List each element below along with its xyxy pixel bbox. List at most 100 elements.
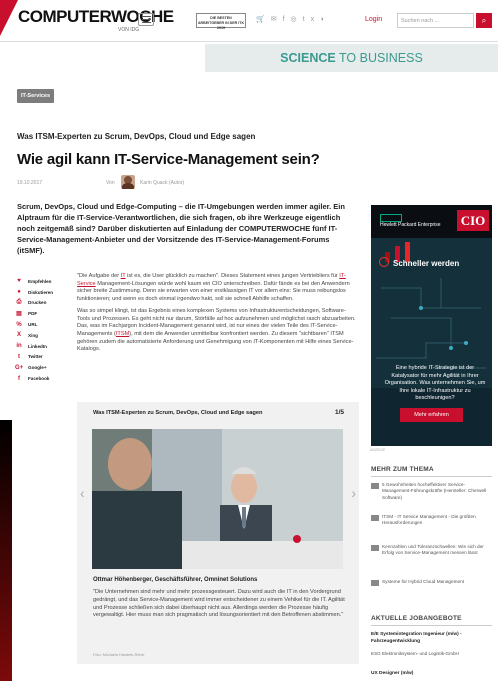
ad-label: ANZEIGE: [370, 448, 386, 452]
ad-cta-button[interactable]: Mehr erfahren: [400, 408, 463, 422]
caption-title: Ottmar Höhenberger, Geschäftsführer, Omn…: [93, 577, 258, 583]
share-label: URL: [28, 322, 38, 328]
image-gallery: Was ITSM-Experten zu Scrum, DevOps, Clou…: [77, 402, 359, 664]
share-item-pdf[interactable]: ▤ PDF: [15, 308, 70, 319]
related-link[interactable]: ITSM - IT Service Management - Die größt…: [371, 514, 492, 527]
banner-rest: TO BUSINESS: [335, 51, 423, 65]
related-link[interactable]: 5 Gewohnheiten hocheffektiver Service-Ma…: [371, 482, 492, 501]
prev-arrow-icon[interactable]: ‹: [80, 485, 85, 501]
pdf-icon: ▤: [16, 311, 22, 318]
share-item-linkedin[interactable]: in LinkedIn: [15, 341, 70, 352]
instagram-icon[interactable]: ◎: [291, 16, 297, 24]
job-title[interactable]: UX Designer (m/w): [371, 671, 492, 678]
article-lead: Scrum, DevOps, Cloud und Edge-Computing …: [17, 202, 345, 255]
text: Management-Lösungen würde wohl kaum ein …: [77, 280, 350, 303]
related-link-text: Systeme für Hybrid Cloud Management: [382, 579, 465, 584]
section-heading: MEHR ZUM THEMA: [371, 466, 434, 473]
thumbnail: [371, 580, 379, 586]
category-tag[interactable]: IT-Services: [17, 89, 55, 103]
facebook-icon[interactable]: f: [283, 16, 285, 24]
share-item-google[interactable]: G+ Google+: [15, 362, 70, 373]
promo-badge[interactable]: DIE BESTEN ARBEITGEBER IN DER ITK 2019: [196, 13, 246, 30]
logo-subtitle: VON IDG: [118, 27, 140, 33]
facebook-icon: f: [18, 375, 20, 382]
share-bar: ♥ Empfehlen ● Diskutieren ⎙ Drucken ▤ PDF% URL X X…: [15, 276, 70, 384]
share-label: Facebook: [28, 376, 50, 382]
share-label: PDF: [28, 311, 38, 317]
link-icon: %: [16, 321, 22, 328]
twitter-icon: t: [18, 353, 20, 360]
related-link-text: Kennzahlen und Toleranzschwellen: Wie si…: [382, 544, 484, 556]
feed-icon[interactable]: ◗: [320, 16, 324, 24]
related-link-text: 5 Gewohnheiten hocheffektiver Service-Ma…: [382, 482, 487, 500]
comment-icon: ●: [17, 289, 21, 296]
author-prefix: Von: [106, 180, 115, 186]
promo-banner[interactable]: SCIENCE TO BUSINESS: [205, 44, 498, 72]
photo-credit: Foto: Michaela Handrek-Rehle: [93, 653, 145, 657]
paragraph: Was so simpel klingt, ist das Ergebnis e…: [77, 308, 357, 354]
article-body: "Die Aufgabe der IT ist es, die User glü…: [77, 273, 357, 358]
sidebar-ad[interactable]: Hewlett Packard Enterprise CIO Schneller…: [371, 205, 492, 446]
heart-icon: ♥: [17, 278, 21, 285]
cio-logo: CIO: [457, 210, 489, 231]
photo-illustration: [92, 429, 343, 569]
ad-text: Eine hybride IT-Strategie ist der Kataly…: [384, 365, 486, 402]
thumbnail: [371, 545, 379, 551]
linkedin-icon: in: [16, 343, 22, 350]
share-label: Xing: [28, 332, 38, 338]
share-label: Diskutieren: [28, 289, 54, 295]
section-heading: AKTUELLE JOBANGEBOTE: [371, 615, 462, 622]
paragraph: "Die Aufgabe der IT ist es, die User glü…: [77, 273, 357, 304]
ad-header: Hewlett Packard Enterprise CIO: [371, 205, 492, 238]
article-title: Wie agil kann IT-Service-Management sein…: [17, 151, 320, 168]
related-link[interactable]: Kennzahlen und Toleranzschwellen: Wie si…: [371, 544, 492, 557]
print-icon: ⎙: [16, 299, 22, 306]
next-arrow-icon[interactable]: ›: [351, 485, 356, 501]
gallery-photo[interactable]: [92, 429, 343, 569]
cart-icon[interactable]: 🛒: [256, 16, 265, 24]
ad-headline: Schneller werden: [393, 259, 460, 268]
article-date: 19.10.2017: [17, 180, 43, 186]
background-strip: [0, 420, 12, 681]
related-link[interactable]: Systeme für Hybrid Cloud Management: [371, 579, 492, 586]
brand-corner: [0, 0, 18, 36]
search-icon[interactable]: ⌕: [476, 13, 492, 28]
share-label: Empfehlen: [28, 278, 52, 284]
thumbnail: [371, 483, 379, 489]
share-item-diskutieren[interactable]: ● Diskutieren: [15, 287, 70, 298]
inline-link[interactable]: ITSM: [116, 331, 129, 337]
search-input[interactable]: Suchen nach ...: [397, 13, 474, 28]
article-kicker: Was ITSM-Experten zu Scrum, DevOps, Clou…: [17, 132, 256, 141]
caption-text: "Die Unternehmen sind mehr und mehr proz…: [93, 589, 345, 619]
share-label: Google+: [28, 365, 47, 371]
author-avatar[interactable]: [121, 175, 135, 189]
job-title[interactable]: E/E Systemintegration Ingenieur (m/w) - …: [371, 632, 492, 645]
share-item-empfehlen[interactable]: ♥ Empfehlen: [15, 276, 70, 287]
share-label: LinkedIn: [28, 343, 47, 349]
share-item-xing[interactable]: X Xing: [15, 330, 70, 341]
text: ist es, die User glücklich zu machen". D…: [125, 273, 340, 279]
related-link-text: ITSM - IT Service Management - Die größt…: [382, 514, 476, 526]
banner-strong: SCIENCE: [280, 51, 336, 65]
xing-icon[interactable]: x: [311, 16, 315, 24]
menu-icon[interactable]: [138, 13, 154, 26]
share-item-twitter[interactable]: t Twitter: [15, 352, 70, 363]
hpe-logo-icon: [380, 214, 402, 222]
share-item-url[interactable]: % URL: [15, 319, 70, 330]
twitter-icon[interactable]: t: [303, 16, 305, 24]
share-label: Drucken: [28, 300, 47, 306]
divider: [371, 625, 492, 626]
text: "Die Aufgabe der: [77, 273, 121, 279]
header-icons: 🛒 ✉ f ◎ t x ◗: [256, 16, 324, 24]
share-label: Twitter: [28, 354, 43, 360]
login-link[interactable]: Login: [365, 16, 382, 23]
share-item-facebook[interactable]: f Facebook: [15, 373, 70, 384]
gallery-title: Was ITSM-Experten zu Scrum, DevOps, Clou…: [93, 410, 263, 416]
author-link[interactable]: Karin Quack (Autor): [140, 180, 184, 186]
googleplus-icon: G+: [15, 364, 24, 371]
ad-arrow-icon: [379, 257, 389, 267]
divider: [371, 476, 492, 477]
mail-icon[interactable]: ✉: [271, 16, 277, 24]
top-bar: COMPUTERWOCHE VON IDG DIE BESTEN ARBEITG…: [0, 0, 498, 42]
share-item-drucken[interactable]: ⎙ Drucken: [15, 298, 70, 309]
